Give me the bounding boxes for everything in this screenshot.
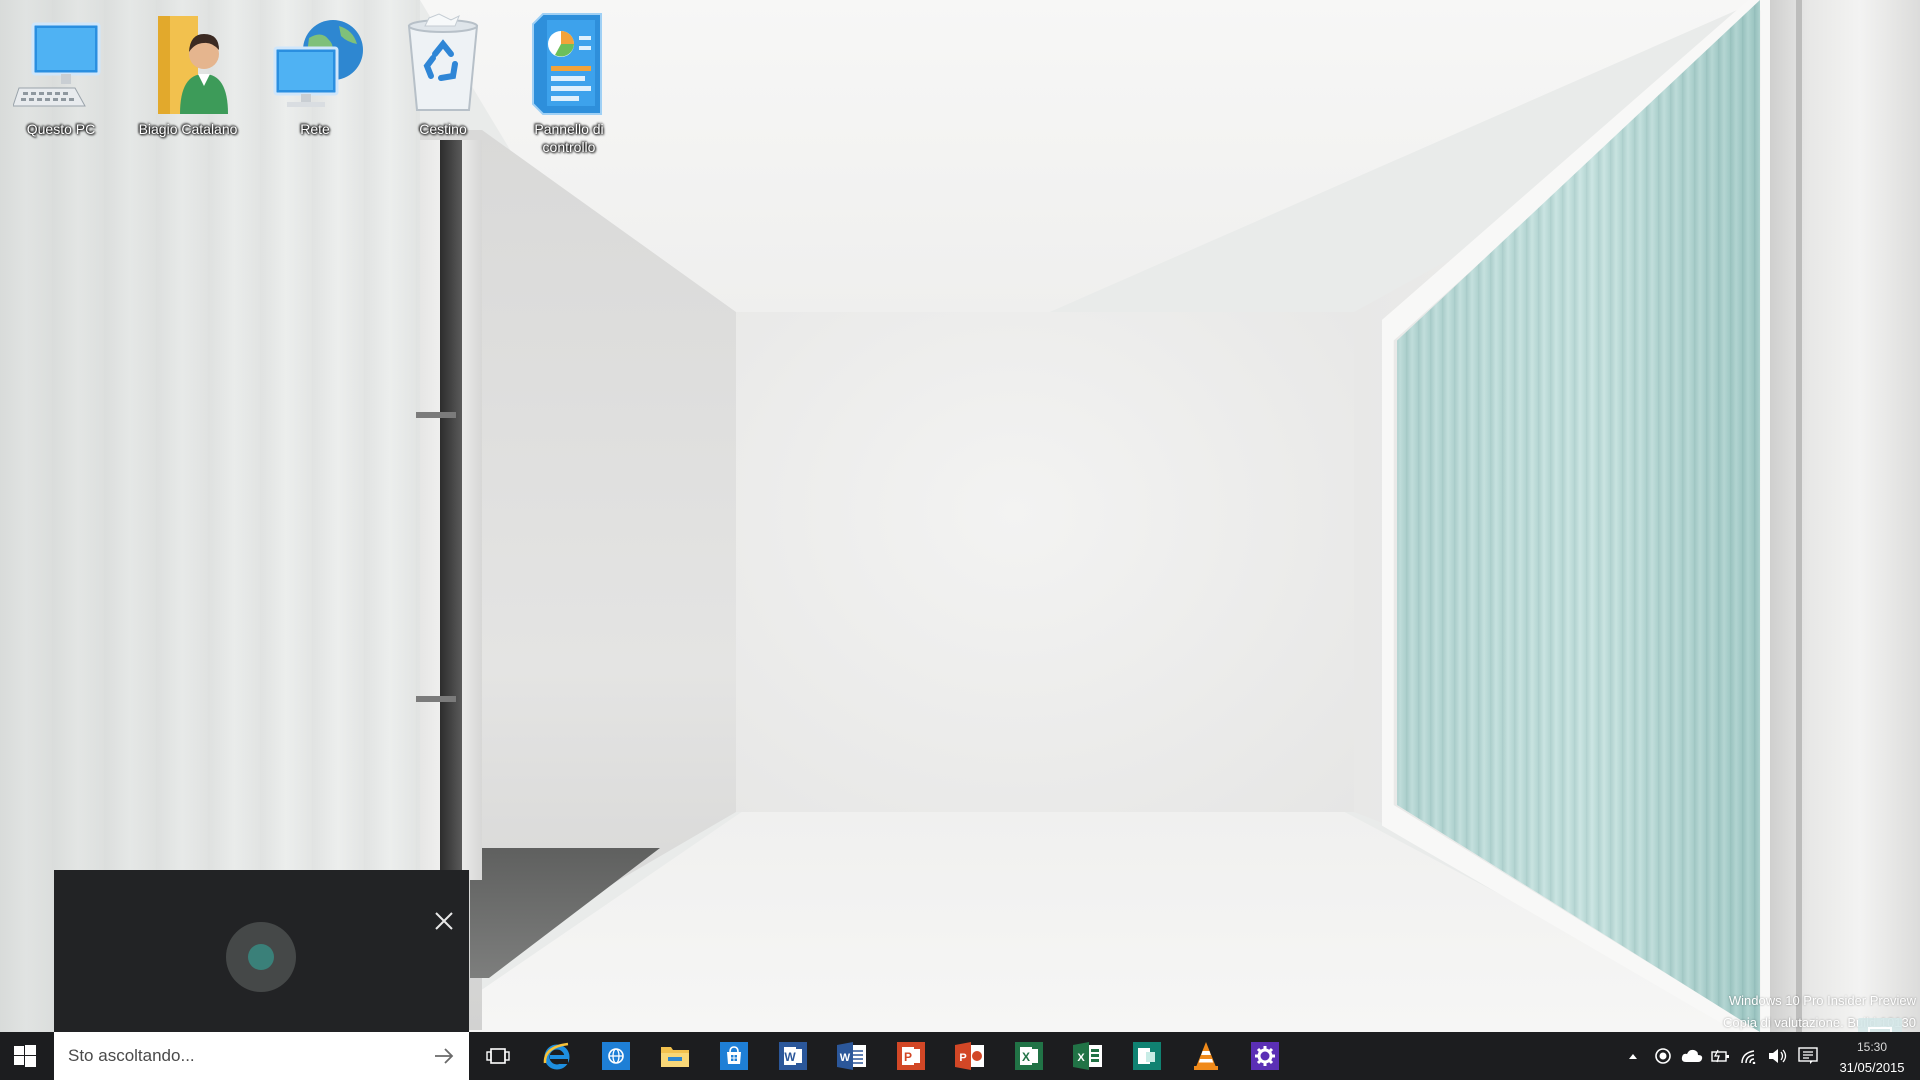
svg-text:X: X: [1022, 1050, 1030, 1064]
desktop-icon-label: Cestino: [419, 121, 467, 137]
arrow-right-icon[interactable]: [429, 1041, 459, 1071]
svg-text:X: X: [1077, 1052, 1085, 1064]
desktop-icon-label: Biagio Catalano: [138, 121, 238, 137]
vlc-button[interactable]: [1182, 1036, 1230, 1076]
store-icon: [720, 1042, 748, 1070]
powerpoint-mobile-button[interactable]: P: [887, 1036, 935, 1076]
sway-icon: [1133, 1042, 1161, 1070]
wallpaper-rail-top: [416, 412, 456, 418]
sway-button[interactable]: [1123, 1036, 1171, 1076]
desktop-icon-rete[interactable]: Rete: [260, 10, 370, 170]
record-icon[interactable]: [1651, 1042, 1675, 1070]
folder-icon: [661, 1047, 689, 1067]
action-center-icon[interactable]: [1796, 1042, 1820, 1070]
search-input[interactable]: [68, 1032, 408, 1080]
svg-text:P: P: [959, 1052, 966, 1064]
close-icon[interactable]: [429, 906, 459, 936]
wallpaper-right-column: [1770, 0, 1920, 1032]
desktop-icon-label: Pannello di controllo: [534, 121, 604, 155]
excel-icon: X: [1073, 1042, 1102, 1070]
wallpaper-column-line: [1796, 0, 1802, 1032]
task-view-button[interactable]: [474, 1036, 522, 1076]
excel-button[interactable]: X: [1064, 1036, 1112, 1076]
desktop-icon-user-folder[interactable]: Biagio Catalano: [133, 10, 243, 170]
cortana-listening-ring: [226, 922, 296, 992]
wallpaper-back-wall: [736, 312, 1356, 812]
desktop: Questo PC Biagio Catalano Rete Cestino P…: [0, 0, 1920, 1080]
desktop-icon-questo-pc[interactable]: Questo PC: [6, 10, 116, 170]
cortana-listening-dot: [248, 944, 274, 970]
globe-app-icon: [602, 1042, 630, 1070]
gear-icon: [1251, 1042, 1279, 1070]
cortana-search-box[interactable]: [54, 1032, 469, 1080]
word-mobile-icon: W: [779, 1042, 807, 1070]
desktop-icon-label: Questo PC: [26, 121, 96, 137]
taskbar-clock-date[interactable]: 31/05/2015: [1832, 1060, 1912, 1075]
word-icon: W: [837, 1042, 866, 1070]
settings-button[interactable]: [1241, 1036, 1289, 1076]
powerpoint-icon: P: [955, 1042, 984, 1070]
battery-power-icon[interactable]: [1709, 1042, 1733, 1070]
desktop-icon-label: Rete: [300, 121, 330, 137]
volume-icon[interactable]: [1766, 1042, 1790, 1070]
excel-mobile-icon: X: [1015, 1042, 1043, 1070]
file-explorer-button[interactable]: [651, 1036, 699, 1076]
taskbar: W W P P: [0, 1032, 1920, 1080]
svg-text:W: W: [784, 1050, 796, 1064]
task-view-icon: [486, 1048, 510, 1064]
word-button[interactable]: W: [828, 1036, 876, 1076]
windows-logo-icon: [14, 1045, 36, 1067]
onedrive-cloud-icon[interactable]: [1680, 1042, 1704, 1070]
vlc-cone-icon: [1194, 1042, 1218, 1070]
control-panel-icon: [521, 10, 617, 118]
wallpaper-rail-bottom: [416, 696, 456, 702]
taskbar-clock-time[interactable]: 15:30: [1836, 1040, 1908, 1054]
computer-icon: [12, 10, 109, 118]
start-button[interactable]: [0, 1032, 50, 1080]
wallpaper-door-dark: [440, 140, 462, 880]
watermark-line-edition: Windows 10 Pro Insider Preview: [1728, 993, 1916, 1008]
chevron-up-icon[interactable]: [1621, 1042, 1645, 1070]
desktop-icon-pannello-di-controllo[interactable]: Pannello di controllo: [514, 10, 624, 170]
word-mobile-button[interactable]: W: [769, 1036, 817, 1076]
powerpoint-mobile-icon: P: [897, 1042, 925, 1070]
user-folder-icon: [140, 10, 236, 118]
recycle-bin-icon: [395, 10, 491, 118]
store-button[interactable]: [710, 1036, 758, 1076]
internet-explorer-icon: [543, 1042, 570, 1070]
powerpoint-button[interactable]: P: [946, 1036, 994, 1076]
svg-text:P: P: [904, 1050, 912, 1064]
svg-text:W: W: [840, 1052, 851, 1064]
wifi-icon[interactable]: [1738, 1042, 1762, 1070]
network-icon: [267, 10, 363, 118]
excel-mobile-button[interactable]: X: [1005, 1036, 1053, 1076]
browser-button[interactable]: [592, 1036, 640, 1076]
desktop-icon-cestino[interactable]: Cestino: [388, 10, 498, 170]
cortana-panel: [54, 870, 469, 1032]
internet-explorer-button[interactable]: [533, 1036, 581, 1076]
